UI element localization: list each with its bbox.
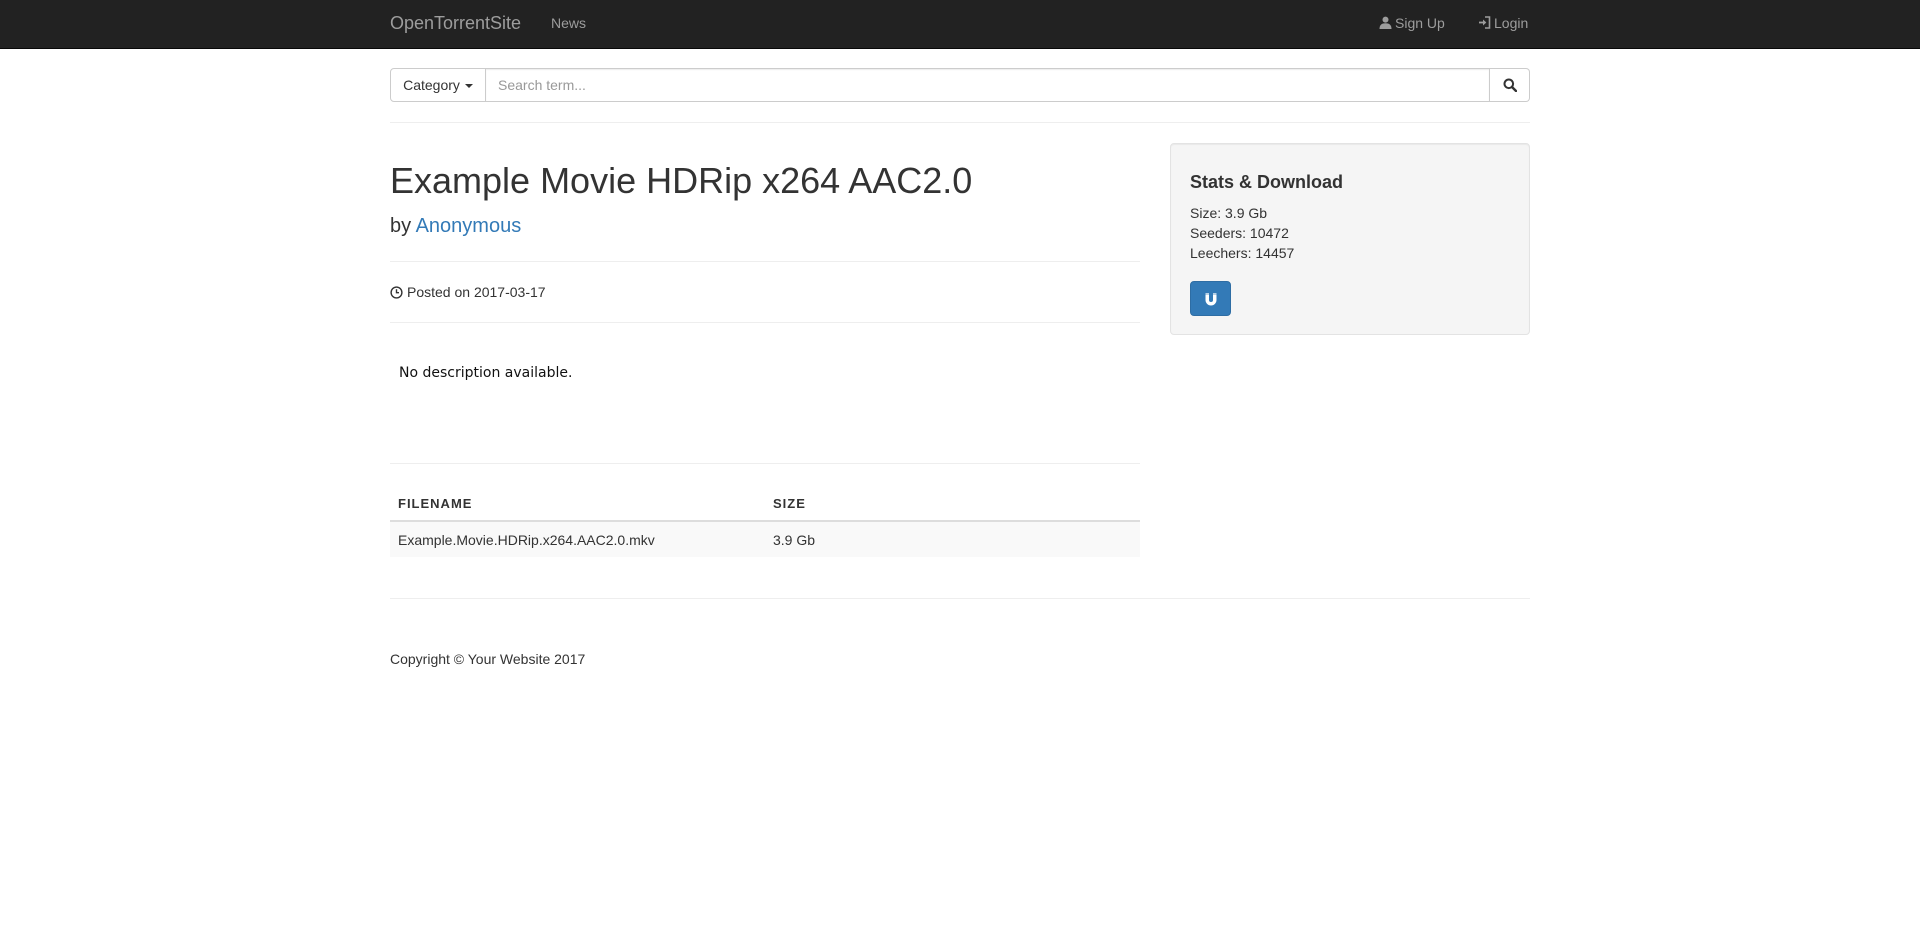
posted-label: Posted on 2017-03-17 [407, 284, 546, 300]
table-header-row: FILENAME SIZE [390, 484, 1140, 522]
filename-column-header: FILENAME [390, 484, 765, 522]
caret-down-icon [464, 83, 473, 88]
posted-date: Posted on 2017-03-17 [390, 283, 546, 301]
stat-seeders: Seeders: 10472 [1190, 225, 1289, 241]
file-list-table: FILENAME SIZE Example.Movie.HDRip.x264.A… [390, 484, 1140, 557]
table-row: Example.Movie.HDRip.x264.AAC2.0.mkv 3.9 … [390, 521, 1140, 557]
divider [390, 463, 1140, 464]
search-button[interactable] [1490, 68, 1530, 102]
stat-size: Size: 3.9 Gb [1190, 205, 1268, 221]
clock-icon [390, 285, 403, 299]
footer-divider [390, 598, 1530, 599]
stat-leechers: Leechers: 14457 [1190, 245, 1295, 261]
file-size-cell: 3.9 Gb [765, 521, 1140, 557]
login-label: Login [1494, 15, 1529, 31]
search-input[interactable] [486, 68, 1490, 102]
category-label: Category [403, 77, 460, 93]
nav-news-link[interactable]: News [551, 15, 586, 31]
nav-signup-link[interactable]: Sign Up [1379, 15, 1445, 31]
divider [390, 322, 1140, 323]
stats-download-panel: Stats & Download Size: 3.9 Gb Seeders: 1… [1170, 143, 1530, 335]
nav-login-link[interactable]: Login [1478, 15, 1528, 31]
page-title: Example Movie HDRip x264 AAC2.0 [390, 160, 973, 201]
user-icon [1379, 16, 1392, 29]
magnet-download-button[interactable] [1190, 281, 1231, 316]
top-navbar: OpenTorrentSite News Sign Up Login [0, 0, 1920, 49]
divider [390, 261, 1140, 262]
search-icon [1503, 78, 1517, 92]
signup-label: Sign Up [1395, 15, 1445, 31]
description-text: No description available. [399, 365, 573, 381]
author-link[interactable]: Anonymous [416, 215, 522, 237]
file-name-cell: Example.Movie.HDRip.x264.AAC2.0.mkv [390, 521, 765, 557]
copyright-text: Copyright © Your Website 2017 [390, 651, 586, 667]
log-in-icon [1479, 16, 1491, 29]
divider [390, 122, 1530, 123]
stats-panel-title: Stats & Download [1190, 172, 1344, 192]
category-dropdown-button[interactable]: Category [390, 68, 486, 102]
byline: by Anonymous [390, 214, 521, 238]
by-prefix: by [390, 215, 412, 237]
magnet-icon [1205, 292, 1216, 305]
size-column-header: SIZE [765, 484, 1140, 522]
brand-link[interactable]: OpenTorrentSite [390, 13, 521, 33]
search-bar: Category [390, 68, 1530, 102]
